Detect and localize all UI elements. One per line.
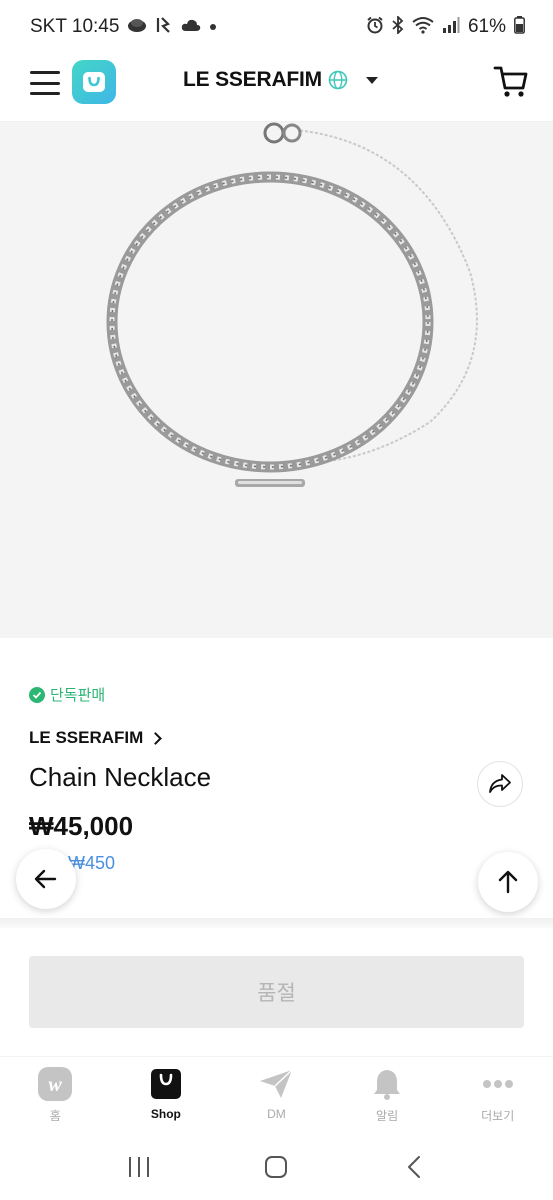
wifi-icon: [412, 16, 434, 38]
home-system-icon[interactable]: [256, 1147, 296, 1187]
exclusive-label: 단독판매: [50, 687, 106, 704]
arrow-up-icon: [498, 870, 518, 894]
brand-link[interactable]: LE SSERAFIM: [29, 728, 163, 748]
price: ₩45,000: [29, 811, 134, 841]
recent-apps-icon[interactable]: [119, 1147, 159, 1187]
globe-icon: [328, 70, 348, 90]
nav-label-dm: DM: [267, 1107, 286, 1121]
caret-down-icon: [365, 76, 378, 84]
cart-icon[interactable]: [493, 64, 529, 100]
status-bar: SKT 10:45 61%: [0, 0, 553, 54]
share-icon: [489, 774, 511, 793]
nav-item-home[interactable]: w 홈: [0, 1057, 111, 1134]
nav-label-shop: Shop: [150, 1107, 181, 1121]
bluetooth-icon: [392, 14, 404, 38]
battery-percent: 61%: [467, 16, 506, 37]
nav-item-shop[interactable]: Shop: [111, 1057, 222, 1134]
chevron-right-icon: [149, 731, 163, 745]
scroll-top-button[interactable]: [478, 852, 538, 912]
battery-icon: [514, 16, 525, 38]
brand-name: LE SSERAFIM: [29, 728, 144, 747]
svg-text:w: w: [49, 1074, 63, 1096]
weverse-notification-icon: [127, 17, 147, 37]
nav-label-notifications: 알림: [376, 1109, 399, 1123]
share-button[interactable]: [477, 761, 523, 807]
status-left: SKT 10:45: [30, 16, 217, 38]
weverse-home-icon: w: [38, 1067, 73, 1101]
back-button[interactable]: [16, 849, 76, 909]
product-image[interactable]: [0, 122, 553, 638]
exclusive-badge: 단독판매: [29, 684, 105, 705]
back-system-icon[interactable]: [394, 1147, 434, 1187]
carrier-time: SKT 10:45: [30, 16, 120, 37]
nav-item-notifications[interactable]: 알림: [332, 1057, 443, 1134]
check-badge-icon: [29, 686, 45, 703]
alarm-icon: [366, 16, 384, 38]
nav-label-home: 홈: [49, 1109, 61, 1123]
nav-item-dm[interactable]: DM: [221, 1057, 332, 1134]
product-name: Chain Necklace: [29, 762, 212, 792]
arrow-left-icon: [34, 869, 57, 889]
signal-icon: [442, 16, 460, 38]
soldout-button[interactable]: 품절: [29, 956, 524, 1028]
section-divider: [0, 918, 553, 928]
paper-plane-icon: [259, 1067, 293, 1101]
status-right: 61%: [366, 14, 525, 38]
app-header: LE SSERAFIM: [0, 54, 553, 122]
bell-icon: [370, 1067, 404, 1101]
bottom-nav: w 홈 Shop DM 알림 더보기: [0, 1056, 553, 1134]
necklace-image: [106, 122, 478, 487]
nav-item-more[interactable]: 더보기: [442, 1057, 553, 1134]
flash-notification-icon: [155, 16, 173, 38]
app-logo[interactable]: [72, 60, 116, 104]
shop-bag-icon: [149, 1067, 183, 1101]
menu-icon[interactable]: [30, 71, 60, 95]
cloud-icon: [181, 18, 201, 36]
system-nav-bar: [0, 1134, 553, 1200]
artist-selector[interactable]: LE SSERAFIM: [183, 68, 378, 92]
artist-name: LE SSERAFIM: [183, 68, 322, 91]
dot-icon: [209, 19, 217, 35]
more-dots-icon: [481, 1067, 515, 1101]
nav-label-more: 더보기: [481, 1109, 515, 1123]
